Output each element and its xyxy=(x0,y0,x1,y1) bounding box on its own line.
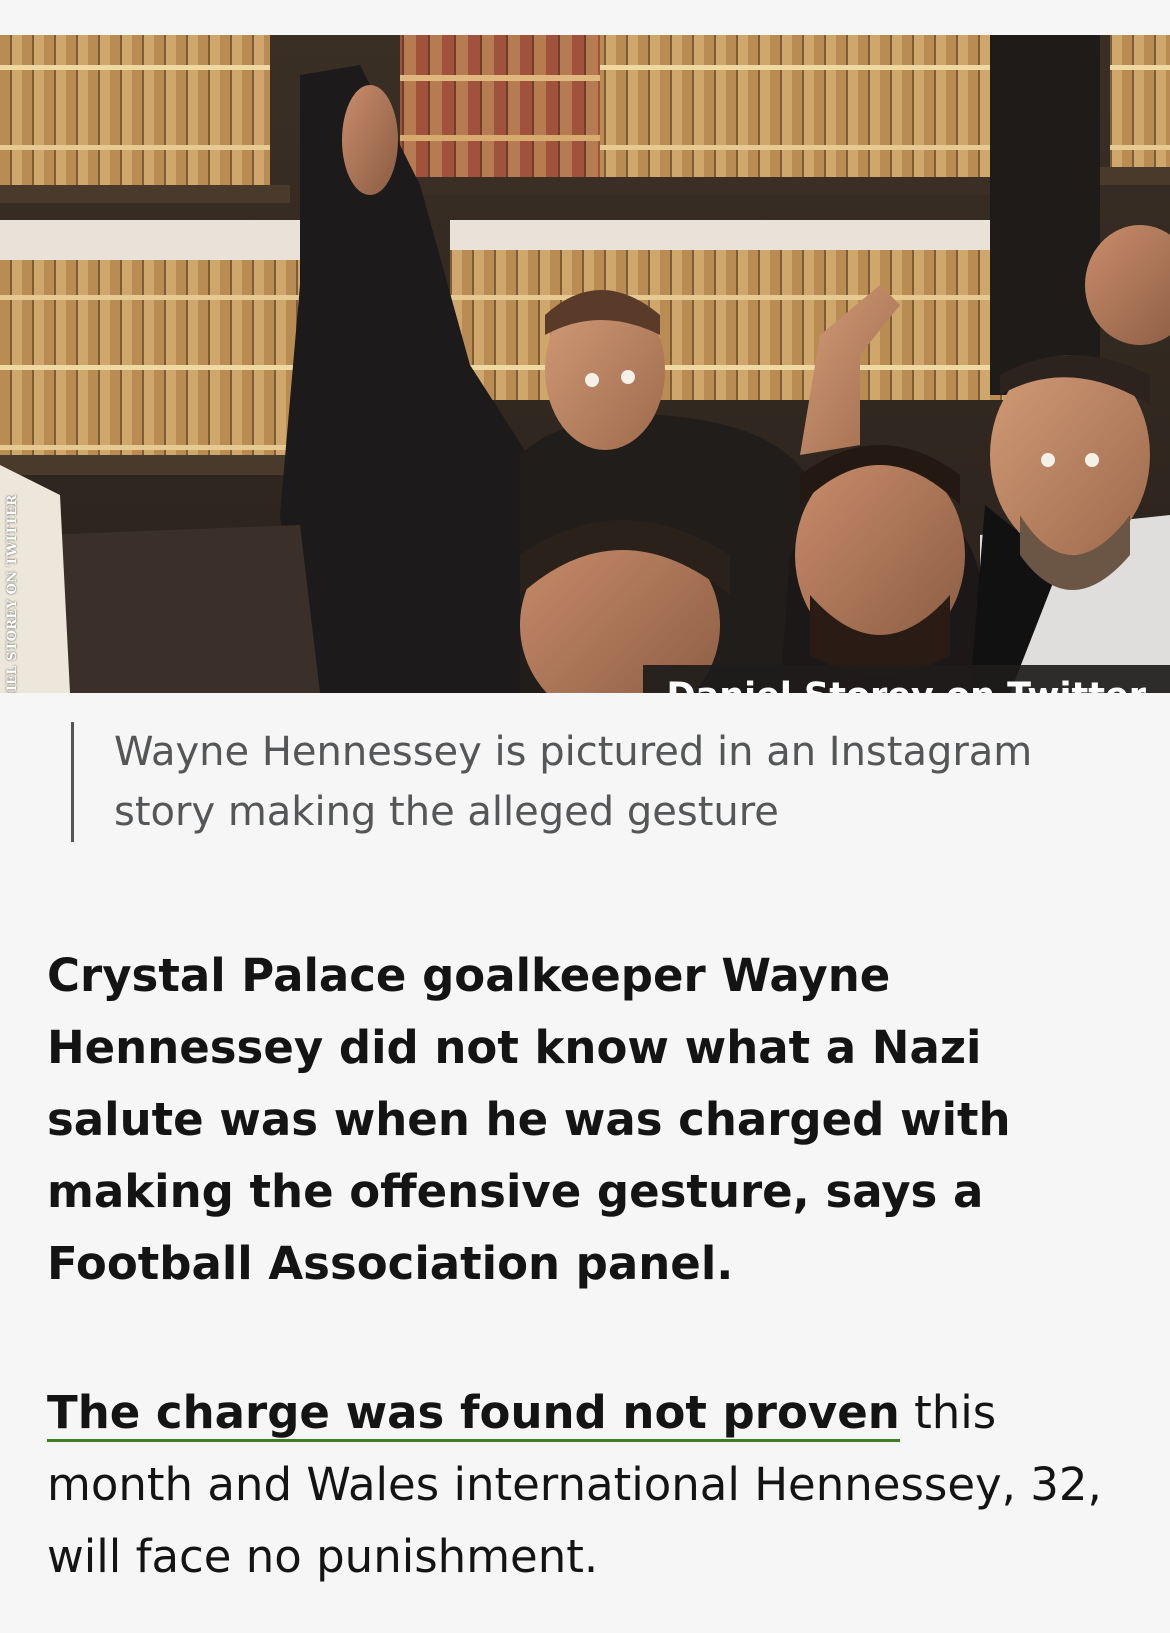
photo-illustration xyxy=(0,35,1170,693)
photo-caption: Wayne Hennessey is pictured in an Instag… xyxy=(71,722,1101,842)
article-paragraph: The charge was found not proven this mon… xyxy=(47,1377,1137,1593)
charge-not-proven-link[interactable]: The charge was found not proven xyxy=(47,1386,900,1442)
photo-caption-text: Wayne Hennessey is pictured in an Instag… xyxy=(114,729,1033,835)
photo-watermark: DANIEL STOREY ON TWITTER xyxy=(5,494,20,693)
article-intro: Crystal Palace goalkeeper Wayne Hennesse… xyxy=(47,949,1011,1290)
photo-credit: Daniel Storey on Twitter xyxy=(642,665,1170,693)
article-photo: DANIEL STOREY ON TWITTER Daniel Storey o… xyxy=(0,35,1170,693)
